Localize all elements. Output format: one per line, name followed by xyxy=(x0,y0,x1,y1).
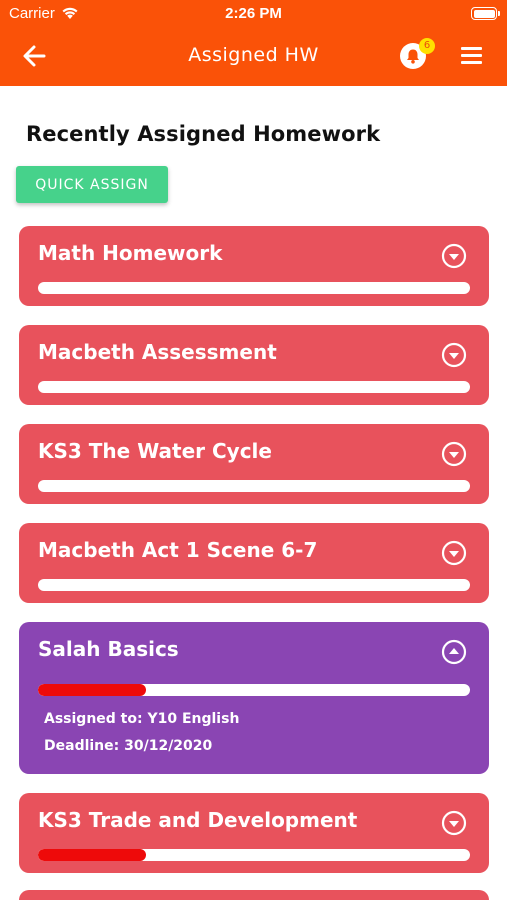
homework-title: Math Homework xyxy=(38,241,223,265)
app-header: Carrier 2:26 PM Assigned HW 6 xyxy=(0,0,507,86)
progress-bar xyxy=(38,849,470,861)
hamburger-menu-icon[interactable] xyxy=(458,44,486,68)
nav-bar: Assigned HW 6 xyxy=(0,28,507,86)
chevron-up-icon[interactable] xyxy=(441,639,467,665)
progress-bar xyxy=(38,480,470,492)
homework-card[interactable]: Macbeth Assessment xyxy=(19,325,489,405)
deadline-text: Deadline: 30/12/2020 xyxy=(44,738,213,754)
homework-card-expanded[interactable]: Salah Basics Assigned to: Y10 English De… xyxy=(19,622,489,774)
chevron-down-icon[interactable] xyxy=(441,342,467,368)
homework-title: KS3 Trade and Development xyxy=(38,808,358,832)
battery-icon xyxy=(471,7,500,20)
chevron-down-icon[interactable] xyxy=(441,441,467,467)
homework-card-partial[interactable] xyxy=(19,890,489,900)
homework-title: Macbeth Act 1 Scene 6-7 xyxy=(38,538,318,562)
homework-title: Salah Basics xyxy=(38,637,179,661)
homework-title: Macbeth Assessment xyxy=(38,340,277,364)
notification-badge: 6 xyxy=(419,38,435,54)
status-time: 2:26 PM xyxy=(225,5,282,22)
progress-bar xyxy=(38,381,470,393)
progress-fill xyxy=(38,684,146,696)
assigned-to-text: Assigned to: Y10 English xyxy=(44,711,240,727)
homework-card[interactable]: Macbeth Act 1 Scene 6-7 xyxy=(19,523,489,603)
chevron-down-icon[interactable] xyxy=(441,810,467,836)
progress-bar xyxy=(38,282,470,294)
homework-card[interactable]: KS3 The Water Cycle xyxy=(19,424,489,504)
progress-bar xyxy=(38,579,470,591)
homework-card[interactable]: Math Homework xyxy=(19,226,489,306)
progress-bar xyxy=(38,684,470,696)
chevron-down-icon[interactable] xyxy=(441,540,467,566)
status-bar: Carrier 2:26 PM xyxy=(0,0,507,28)
quick-assign-button[interactable]: QUICK ASSIGN xyxy=(16,166,168,203)
notifications-button[interactable]: 6 xyxy=(396,36,436,76)
section-title: Recently Assigned Homework xyxy=(26,122,381,146)
homework-title: KS3 The Water Cycle xyxy=(38,439,272,463)
progress-fill xyxy=(38,849,146,861)
homework-card[interactable]: KS3 Trade and Development xyxy=(19,793,489,873)
chevron-down-icon[interactable] xyxy=(441,243,467,269)
